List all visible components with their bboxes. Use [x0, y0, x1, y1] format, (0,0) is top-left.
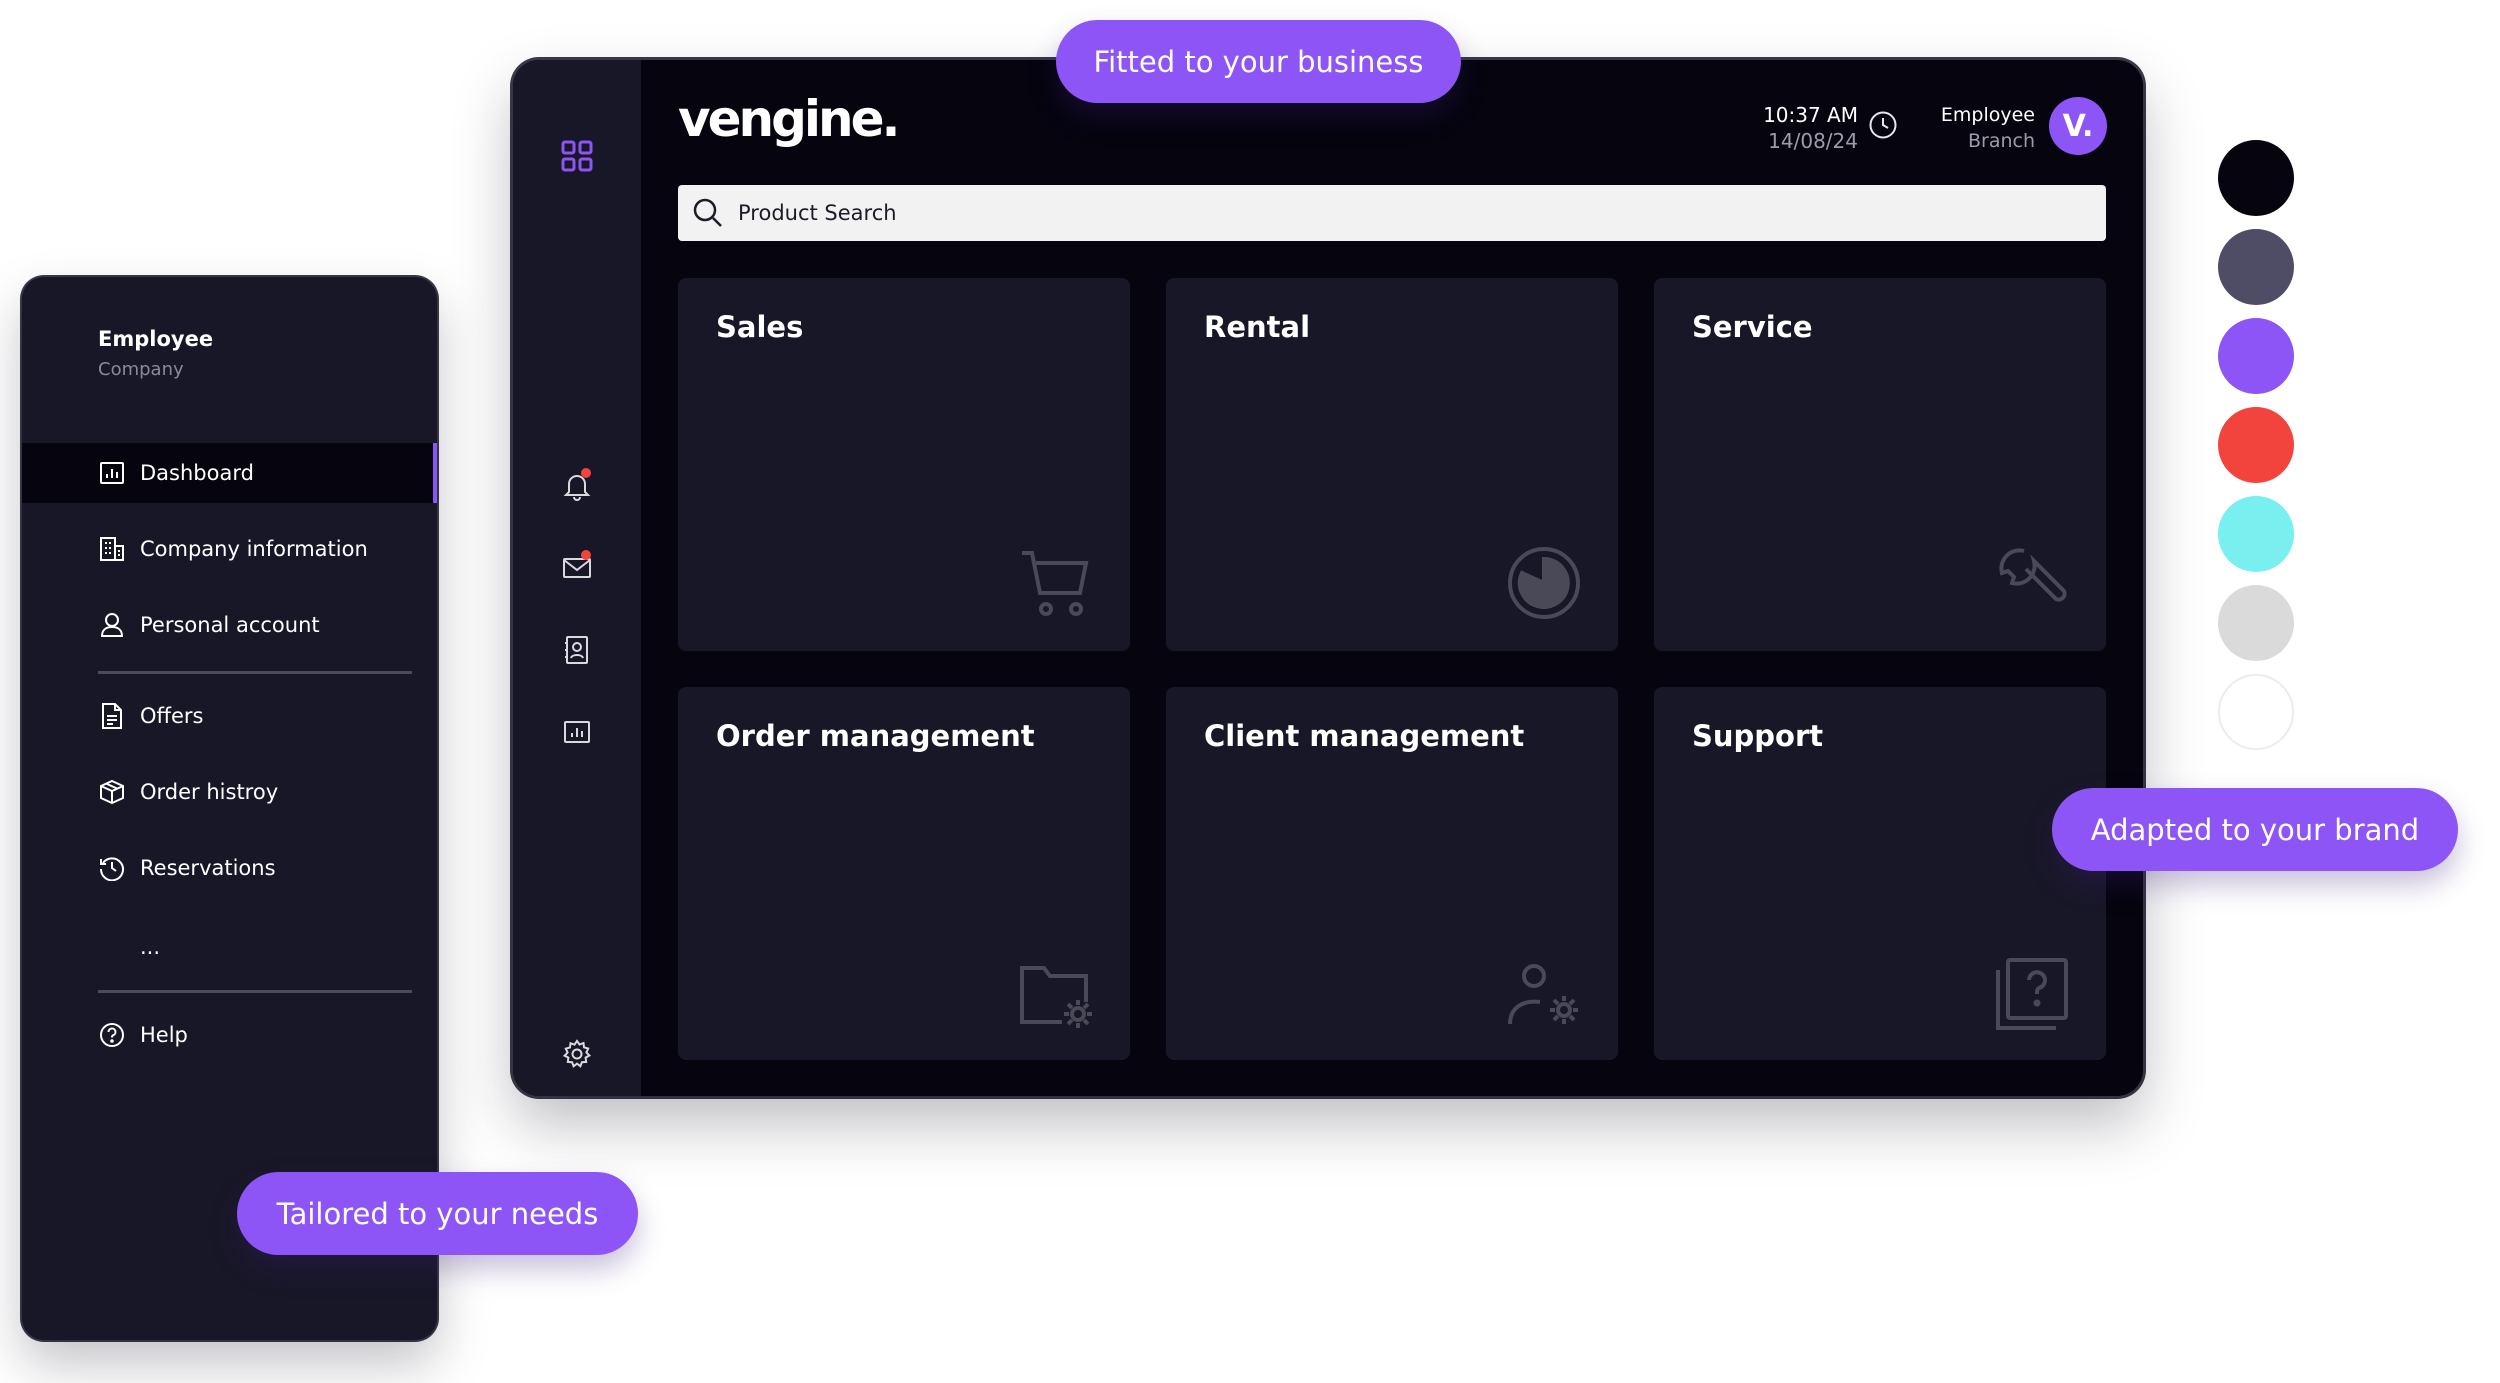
help-circle-icon — [98, 1022, 126, 1048]
clock-icon — [1868, 110, 1898, 140]
tile-title: Order management — [716, 719, 1035, 753]
tile-support[interactable]: Support — [1654, 687, 2106, 1060]
sidebar-item-label: Company information — [140, 537, 368, 561]
color-swatch — [2218, 407, 2294, 483]
sidebar-item-label: Offers — [140, 704, 204, 728]
color-swatch — [2218, 674, 2294, 750]
notification-dot — [581, 550, 591, 560]
building-icon — [98, 536, 126, 562]
pill-fitted-to-business: Fitted to your business — [1056, 20, 1461, 103]
sidebar-item-personal-account[interactable]: Personal account — [22, 595, 437, 655]
color-swatch — [2218, 496, 2294, 572]
color-swatch — [2218, 229, 2294, 305]
messages-button[interactable] — [547, 538, 607, 598]
folder-settings-icon — [1018, 962, 1094, 1030]
help-document-icon — [1994, 958, 2070, 1030]
reports-button[interactable] — [547, 702, 607, 762]
color-swatch — [2218, 585, 2294, 661]
tile-sales[interactable]: Sales — [678, 278, 1130, 651]
settings-button[interactable] — [547, 1024, 607, 1084]
user-name: Employee — [1940, 104, 2035, 126]
tile-order-management[interactable]: Order management — [678, 687, 1130, 1060]
tile-title: Support — [1692, 719, 1824, 753]
sidebar-more[interactable]: ... — [140, 935, 160, 959]
sidebar-user-name: Employee — [98, 327, 214, 351]
user-branch: Branch — [1967, 130, 2035, 152]
pie-chart-icon — [1506, 545, 1582, 621]
contacts-icon — [563, 635, 591, 665]
wrench-icon — [1994, 545, 2070, 621]
icon-rail — [513, 60, 641, 1096]
sidebar-item-label: Order histroy — [140, 780, 279, 804]
shopping-cart-icon — [1018, 545, 1094, 621]
box-icon — [98, 779, 126, 805]
chart-icon — [98, 461, 126, 485]
sidebar-item-label: Dashboard — [140, 461, 254, 485]
color-swatch — [2218, 318, 2294, 394]
datetime-display: 10:37 AM 14/08/24 — [1763, 102, 1858, 154]
user-settings-icon — [1506, 962, 1582, 1030]
tile-title: Sales — [716, 310, 804, 344]
tile-title: Service — [1692, 310, 1813, 344]
sidebar-item-order-history[interactable]: Order histroy — [22, 762, 437, 822]
sidebar-divider — [98, 990, 412, 993]
apps-grid-icon — [560, 139, 594, 173]
chart-icon — [563, 719, 591, 745]
pill-tailored-to-needs: Tailored to your needs — [237, 1172, 638, 1255]
pill-adapted-to-brand: Adapted to your brand — [2052, 788, 2458, 871]
user-icon — [98, 612, 126, 638]
sidebar-item-label: Help — [140, 1023, 188, 1047]
sidebar-item-label: Personal account — [140, 613, 320, 637]
tile-rental[interactable]: Rental — [1166, 278, 1618, 651]
user-info: Employee Branch — [1941, 102, 2035, 154]
app-window: vengine. 10:37 AM 14/08/24 Employee Bran… — [513, 60, 2143, 1096]
current-time: 10:37 AM — [1763, 103, 1858, 127]
color-swatch — [2218, 140, 2294, 216]
gear-icon — [561, 1038, 593, 1070]
sidebar-divider — [98, 671, 412, 674]
contacts-button[interactable] — [547, 620, 607, 680]
current-date: 14/08/24 — [1768, 129, 1858, 153]
notification-dot — [581, 468, 591, 478]
app-logo: vengine. — [678, 90, 901, 148]
sidebar-item-label: Reservations — [140, 856, 276, 880]
sidebar-item-reservations[interactable]: Reservations — [22, 838, 437, 898]
search-bar — [678, 185, 2106, 241]
avatar[interactable]: V. — [2049, 97, 2107, 155]
tile-client-management[interactable]: Client management — [1166, 687, 1618, 1060]
sidebar-item-offers[interactable]: Offers — [22, 686, 437, 746]
sidebar-item-company-information[interactable]: Company information — [22, 519, 437, 579]
document-icon — [98, 702, 126, 730]
sidebar-item-help[interactable]: Help — [22, 1005, 437, 1065]
tile-title: Client management — [1204, 719, 1525, 753]
sidebar-item-dashboard[interactable]: Dashboard — [22, 443, 437, 503]
history-icon — [98, 855, 126, 881]
tile-title: Rental — [1204, 310, 1311, 344]
search-input[interactable] — [736, 200, 2040, 226]
tile-service[interactable]: Service — [1654, 278, 2106, 651]
sidebar-company: Company — [98, 359, 184, 380]
notifications-button[interactable] — [547, 456, 607, 516]
search-icon — [692, 197, 724, 229]
apps-grid-button[interactable] — [547, 126, 607, 186]
